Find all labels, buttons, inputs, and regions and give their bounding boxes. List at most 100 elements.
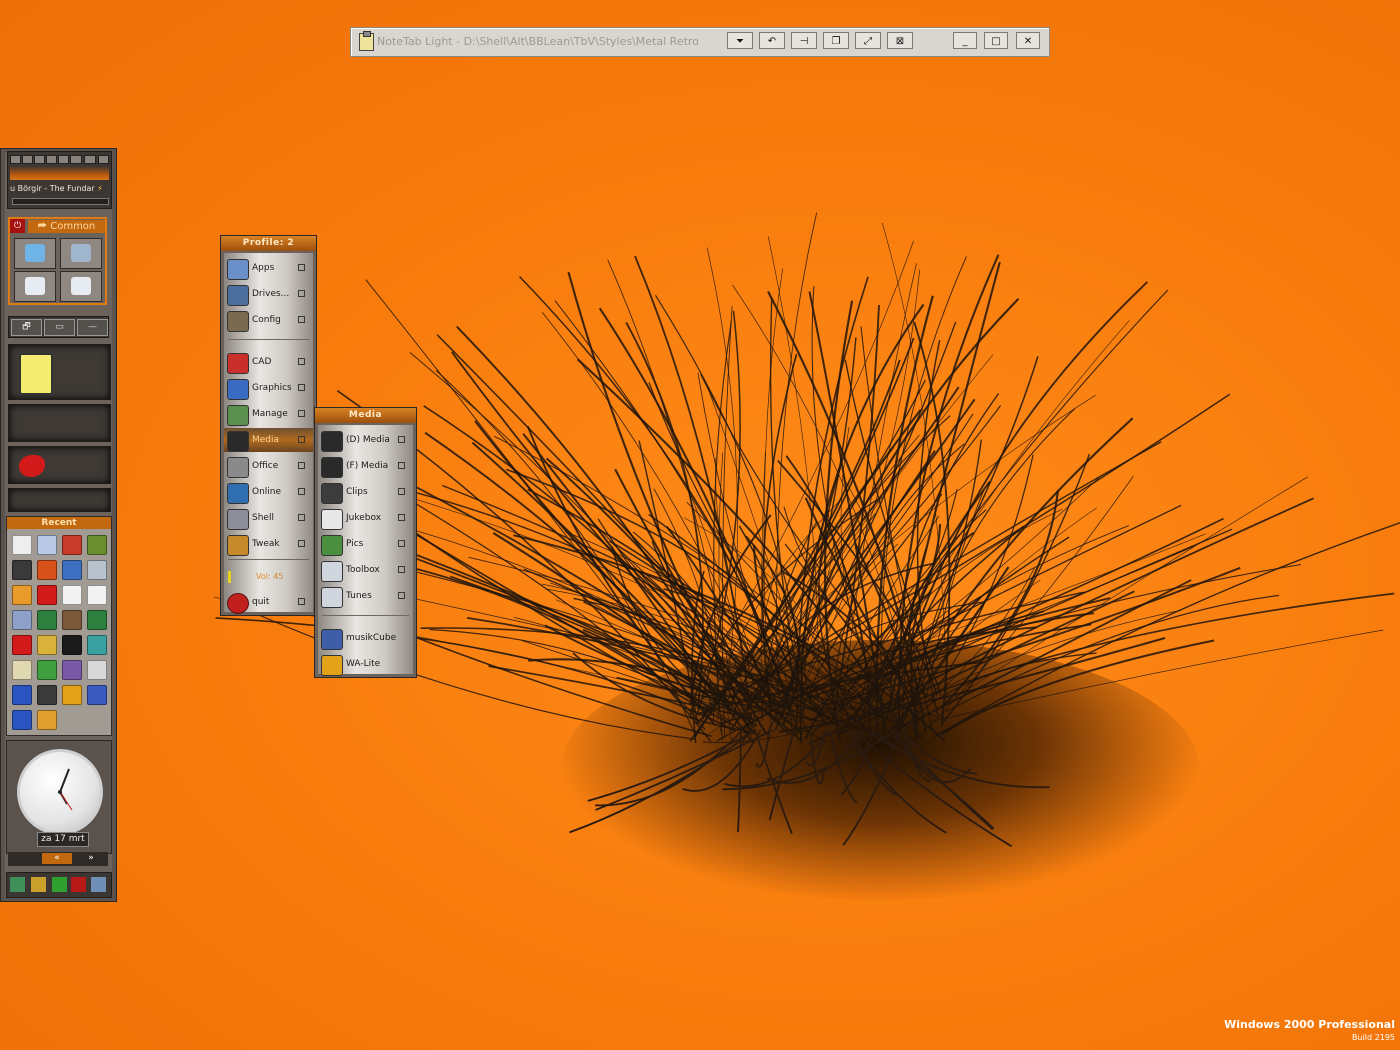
- recent-item-icon[interactable]: [37, 535, 57, 555]
- notetab-app-icon[interactable]: [359, 31, 374, 51]
- menu-item-toolbox[interactable]: Toolbox: [318, 558, 413, 582]
- desktop-tile-2[interactable]: [60, 238, 102, 269]
- recent-item-icon[interactable]: [37, 635, 57, 655]
- undo-button[interactable]: ↶: [759, 32, 785, 49]
- menu-item-graphics[interactable]: Graphics: [224, 376, 313, 400]
- menu-item-manage[interactable]: Manage: [224, 402, 313, 426]
- pin-button[interactable]: ⊣: [791, 32, 817, 49]
- menu-item-online[interactable]: Online: [224, 480, 313, 504]
- recent-item-icon[interactable]: [37, 560, 57, 580]
- player-btn-1[interactable]: [10, 155, 21, 164]
- power-icon[interactable]: ⏻: [10, 219, 25, 233]
- submenu-arrow-icon: [298, 264, 305, 271]
- player-btn-7[interactable]: [84, 155, 96, 164]
- player-btn-6[interactable]: [70, 155, 82, 164]
- recent-item-icon[interactable]: [12, 610, 32, 630]
- tweak-icon: [227, 535, 249, 556]
- red-splat-icon[interactable]: [19, 455, 45, 477]
- network-icon[interactable]: [10, 877, 25, 892]
- recent-item-icon[interactable]: [12, 710, 32, 730]
- desktop-tile-1[interactable]: [14, 238, 56, 269]
- menu-item-config[interactable]: Config: [224, 308, 313, 332]
- menu-item-apps[interactable]: Apps: [224, 256, 313, 280]
- menu-item-musikcube[interactable]: musikCube: [318, 626, 413, 650]
- recent-item-icon[interactable]: [87, 585, 107, 605]
- menu-item-cad[interactable]: CAD: [224, 350, 313, 374]
- volume-slider[interactable]: Vol: 45: [228, 571, 308, 583]
- player-btn-3[interactable]: [34, 155, 45, 164]
- recent-item-icon[interactable]: [37, 660, 57, 680]
- menu-item-drives[interactable]: Drives...: [224, 282, 313, 306]
- menu-item-shell[interactable]: Shell: [224, 506, 313, 530]
- menu-item-wa-lite[interactable]: WA-Lite: [318, 652, 413, 676]
- shade-button[interactable]: ⊠: [887, 32, 913, 49]
- maximize-all-button[interactable]: ▭: [44, 319, 75, 336]
- recent-item-icon[interactable]: [87, 535, 107, 555]
- laptop-icon: [71, 244, 91, 262]
- recent-item-icon[interactable]: [37, 585, 57, 605]
- recent-item-icon[interactable]: [12, 685, 32, 705]
- recent-item-icon[interactable]: [62, 685, 82, 705]
- recent-item-icon[interactable]: [87, 635, 107, 655]
- recent-item-icon[interactable]: [37, 710, 57, 730]
- menu-item-clips[interactable]: Clips: [318, 480, 413, 504]
- display-icon[interactable]: [91, 877, 106, 892]
- menu-item-pics[interactable]: Pics: [318, 532, 413, 556]
- recent-item-icon[interactable]: [62, 660, 82, 680]
- menu-item-label: Drives...: [252, 289, 290, 299]
- bolt-tray-icon[interactable]: [31, 877, 46, 892]
- recent-item-icon[interactable]: [12, 560, 32, 580]
- recent-item-icon[interactable]: [62, 635, 82, 655]
- apps-icon: [227, 259, 249, 280]
- notetab-titlebar[interactable]: NoteTab Light - D:\Shell\Alt\BBLean\TbV\…: [350, 27, 1050, 57]
- clipboard-icon[interactable]: [19, 353, 53, 395]
- player-btn-2[interactable]: [22, 155, 33, 164]
- signal-bars-icon[interactable]: [52, 877, 67, 892]
- recent-item-icon[interactable]: [62, 610, 82, 630]
- maximize-button[interactable]: □: [984, 32, 1008, 49]
- recent-item-icon[interactable]: [87, 685, 107, 705]
- player-btn-4[interactable]: [46, 155, 57, 164]
- desktop-tile-4[interactable]: [60, 271, 102, 302]
- shell-icon: [227, 509, 249, 530]
- minimize-all-button[interactable]: —: [77, 319, 108, 336]
- minimize-button[interactable]: _: [953, 32, 977, 49]
- recent-item-icon[interactable]: [87, 660, 107, 680]
- desktop-tile-3[interactable]: [14, 271, 56, 302]
- media-menu-title: Media: [315, 408, 416, 423]
- recent-item-icon[interactable]: [62, 585, 82, 605]
- clock-hands: [58, 768, 73, 811]
- recent-item-icon[interactable]: [12, 585, 32, 605]
- recent-item-icon[interactable]: [62, 535, 82, 555]
- player-seek-bar[interactable]: [12, 198, 109, 205]
- recent-item-icon[interactable]: [12, 635, 32, 655]
- menu-item-d-media[interactable]: (D) Media: [318, 428, 413, 452]
- recent-item-icon[interactable]: [12, 535, 32, 555]
- menu-item-jukebox[interactable]: Jukebox: [318, 506, 413, 530]
- player-btn-5[interactable]: [58, 155, 69, 164]
- close-button[interactable]: ✕: [1016, 32, 1040, 49]
- volume-slider-knob[interactable]: [228, 571, 231, 583]
- menu-item-f-media[interactable]: (F) Media: [318, 454, 413, 478]
- recent-item-icon[interactable]: [37, 610, 57, 630]
- recent-item-icon[interactable]: [37, 685, 57, 705]
- recent-item-icon[interactable]: [12, 660, 32, 680]
- pager-next[interactable]: »: [82, 853, 100, 864]
- restore-button[interactable]: 🗗: [11, 319, 42, 336]
- expand-button[interactable]: ⤢: [855, 32, 881, 49]
- pager-prev[interactable]: «: [42, 853, 72, 864]
- os-name: Windows 2000 Professional: [1224, 1018, 1395, 1031]
- recent-item-icon[interactable]: [87, 610, 107, 630]
- menu-item-media[interactable]: Media: [224, 428, 313, 452]
- recent-item-icon[interactable]: [62, 560, 82, 580]
- menu-item-office[interactable]: Office: [224, 454, 313, 478]
- kaspersky-icon[interactable]: [71, 877, 86, 892]
- scroll-down-button[interactable]: ⏷: [727, 32, 753, 49]
- common-label[interactable]: ⮫ Common: [28, 220, 105, 233]
- copy-window-button[interactable]: ❐: [823, 32, 849, 49]
- menu-item-tunes[interactable]: Tunes: [318, 584, 413, 608]
- menu-item-tweak[interactable]: Tweak: [224, 532, 313, 556]
- menu-item-quit[interactable]: quit: [224, 590, 313, 614]
- player-btn-8[interactable]: [98, 155, 109, 164]
- recent-item-icon[interactable]: [87, 560, 107, 580]
